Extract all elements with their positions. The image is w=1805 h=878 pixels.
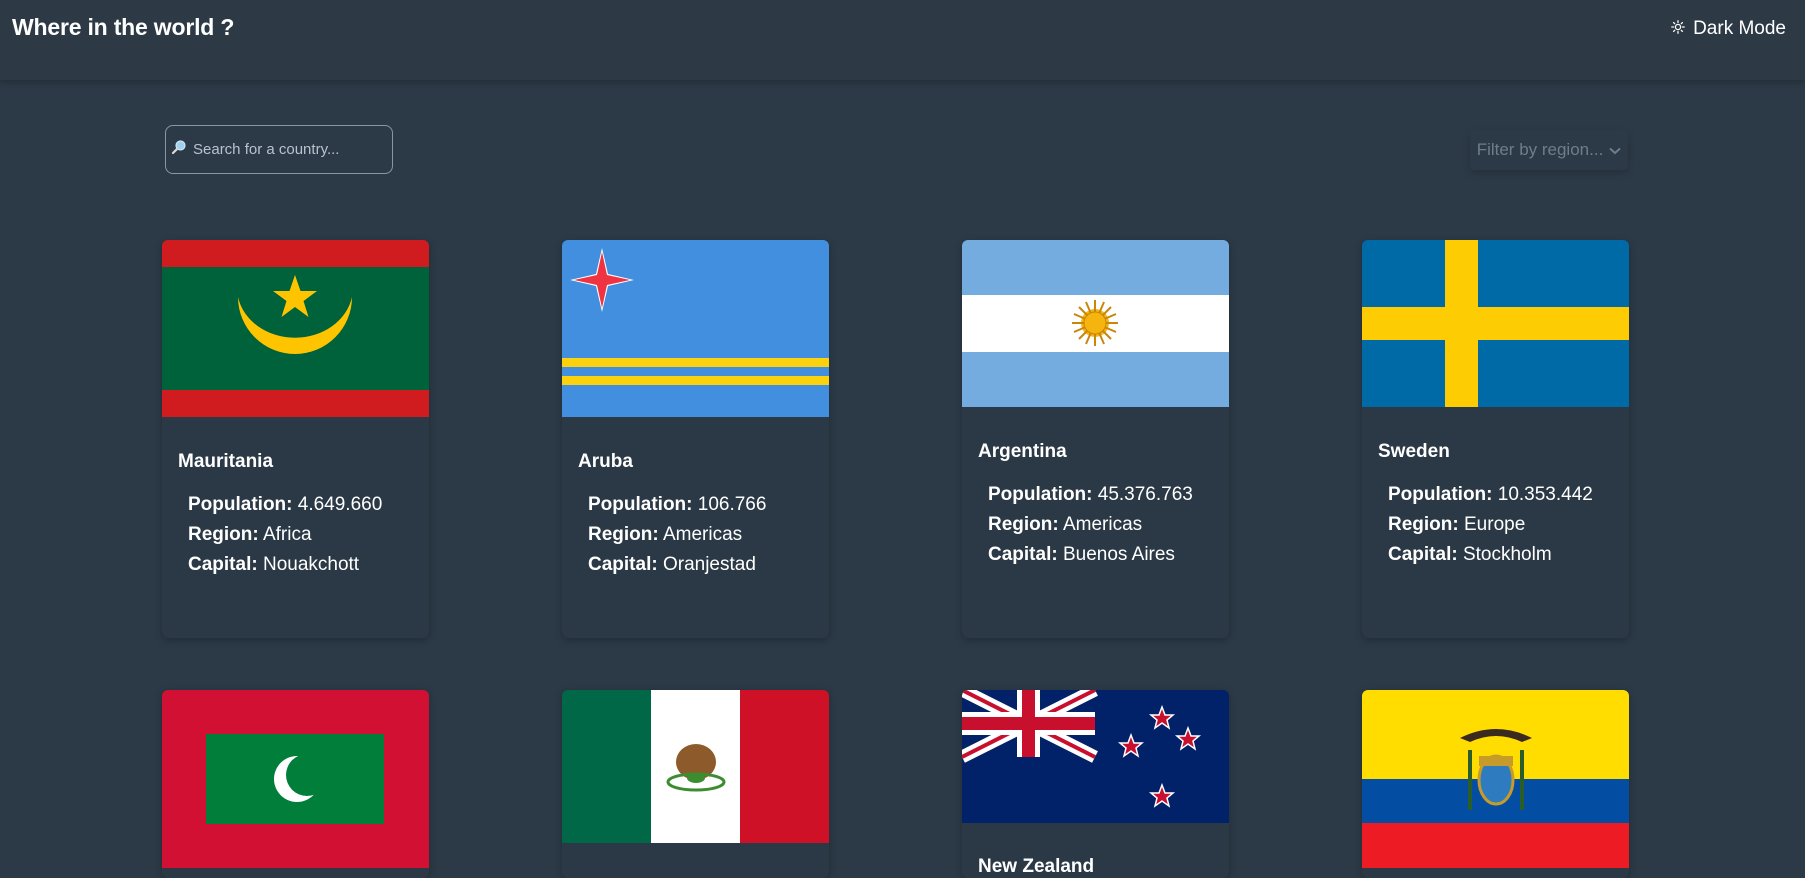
capital-value: Nouakchott [262, 554, 360, 575]
population-value: 10.353.442 [1497, 484, 1593, 505]
capital-value: Oranjestad [662, 554, 756, 575]
country-name: Argentina [978, 441, 1067, 462]
population-value: 106.766 [697, 494, 767, 515]
capital-value: Buenos Aires [1062, 544, 1175, 565]
capital-row: Capital: Oranjestad [588, 550, 766, 580]
country-info: Population: 4.649.660 Region: Africa Cap… [188, 490, 382, 580]
region-row: Region: Americas [988, 510, 1193, 540]
mauritania-flag-image [162, 240, 429, 417]
population-row: Population: 106.766 [588, 490, 766, 520]
region-row: Region: Africa [188, 520, 382, 550]
top-header: Where in the world ? Dark Mode [0, 0, 1805, 80]
region-value: Americas [662, 524, 743, 545]
country-info: Population: 45.376.763 Region: Americas … [988, 480, 1193, 570]
region-label: Region: [988, 514, 1059, 535]
region-row: Region: Americas [588, 520, 766, 550]
population-value: 45.376.763 [1097, 484, 1193, 505]
population-row: Population: 4.649.660 [188, 490, 382, 520]
capital-label: Capital: [1388, 544, 1458, 565]
country-card[interactable]: Sweden Population: 10.353.442 Region: Eu… [1362, 240, 1629, 638]
country-card[interactable]: Argentina Population: 45.376.763 Region:… [962, 240, 1229, 638]
population-label: Population: [188, 494, 293, 515]
magnifier-icon [171, 139, 187, 160]
capital-row: Capital: Buenos Aires [988, 540, 1193, 570]
mexico-flag-image [562, 690, 829, 843]
population-value: 4.649.660 [297, 494, 383, 515]
region-filter-label: Filter by region... [1476, 140, 1604, 159]
capital-value: Stockholm [1462, 544, 1552, 565]
country-name: Aruba [578, 451, 633, 472]
capital-label: Capital: [988, 544, 1058, 565]
country-card[interactable] [1362, 690, 1629, 878]
new-zealand-flag-image [962, 690, 1229, 823]
region-value: Africa [262, 524, 312, 545]
region-label: Region: [588, 524, 659, 545]
dark-mode-toggle[interactable]: Dark Mode [1671, 18, 1786, 40]
country-card[interactable]: New Zealand [962, 690, 1229, 878]
search-input[interactable] [191, 140, 385, 159]
country-card[interactable]: Aruba Population: 106.766 Region: Americ… [562, 240, 829, 638]
capital-label: Capital: [588, 554, 658, 575]
region-filter-dropdown[interactable]: Filter by region... [1470, 130, 1628, 170]
population-row: Population: 10.353.442 [1388, 480, 1593, 510]
chevron-down-icon [1609, 140, 1621, 160]
capital-row: Capital: Nouakchott [188, 550, 382, 580]
dark-mode-label: Dark Mode [1693, 18, 1786, 39]
region-label: Region: [1388, 514, 1459, 535]
maldives-flag-image [162, 690, 429, 868]
capital-row: Capital: Stockholm [1388, 540, 1593, 570]
search-box[interactable] [165, 125, 393, 174]
country-card[interactable] [562, 690, 829, 878]
country-name: Mauritania [178, 451, 274, 472]
ecuador-flag-image [1362, 690, 1629, 868]
country-card[interactable]: Mauritania Population: 4.649.660 Region:… [162, 240, 429, 638]
region-label: Region: [188, 524, 259, 545]
aruba-flag-image [562, 240, 829, 417]
app-title: Where in the world ? [12, 14, 235, 40]
region-row: Region: Europe [1388, 510, 1593, 540]
sweden-flag-image [1362, 240, 1629, 407]
country-card[interactable] [162, 690, 429, 878]
country-name: New Zealand [978, 856, 1095, 877]
country-info: Population: 10.353.442 Region: Europe Ca… [1388, 480, 1593, 570]
population-label: Population: [588, 494, 693, 515]
capital-label: Capital: [188, 554, 258, 575]
country-name: Sweden [1378, 441, 1450, 462]
population-label: Population: [988, 484, 1093, 505]
sun-icon [1671, 18, 1685, 40]
argentina-flag-image [962, 240, 1229, 407]
population-row: Population: 45.376.763 [988, 480, 1193, 510]
region-value: Americas [1062, 514, 1143, 535]
country-info: Population: 106.766 Region: Americas Cap… [588, 490, 766, 580]
population-label: Population: [1388, 484, 1493, 505]
region-value: Europe [1464, 514, 1526, 535]
